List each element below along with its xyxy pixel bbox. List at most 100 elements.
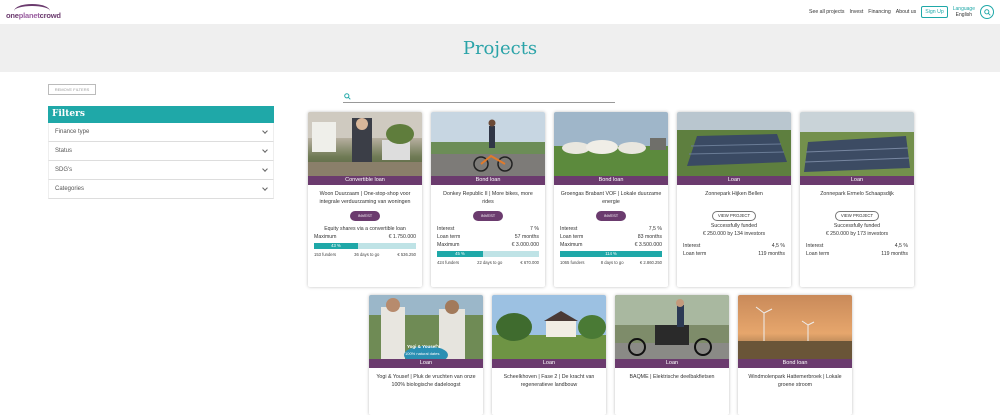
page-title: Projects (462, 37, 538, 59)
project-card[interactable]: Yogi & Yousef's 100% natural dates Loan … (369, 295, 483, 415)
sign-up-button[interactable]: Sign Up (921, 6, 948, 18)
project-image: Yogi & Yousef's 100% natural dates (369, 295, 483, 359)
funded-detail: € 250.000 by 134 investors (702, 231, 766, 237)
finance-type-badge: Bond loan (431, 176, 545, 185)
filter-status[interactable]: Status (48, 142, 274, 161)
project-card[interactable]: Convertible loan Woon Duurzaam | One-sto… (308, 112, 422, 287)
loan-term-row: Loan term 119 months (683, 251, 785, 257)
project-title[interactable]: Zonnepark Hijken Bellen (677, 185, 791, 211)
filters-panel: Filters Finance type Status SDG's Catego… (48, 106, 274, 199)
project-photo (677, 112, 791, 176)
project-photo (738, 295, 852, 359)
interest-row: Interest 4,5 % (806, 243, 908, 249)
nav-financing[interactable]: Financing (868, 9, 891, 15)
project-card[interactable]: Bond loan Donkey Republic II | More bike… (431, 112, 545, 287)
invest-button[interactable]: INVEST (473, 211, 503, 221)
funding-progress-bar: 43 % (314, 243, 416, 249)
page-banner: Projects (0, 24, 1000, 72)
finance-type-badge: Loan (677, 176, 791, 185)
project-image (800, 112, 914, 176)
funding-stats: 424 funders 22 days to go € 670.000 (437, 260, 539, 265)
funding-progress-bar: 114 % (560, 251, 662, 257)
brand-badge-line1: Yogi & Yousef's (407, 344, 441, 349)
project-photo (800, 112, 914, 176)
funding-stats: 153 funders 36 days to go € 536.250 (314, 252, 416, 257)
progress-fill: 114 % (560, 251, 662, 257)
nav-see-all-projects[interactable]: See all projects (809, 9, 844, 15)
project-title[interactable]: Zonnepark Ermelo Schaapsdijk (800, 185, 914, 211)
finance-type-badge: Loan (615, 359, 729, 368)
brand-badge-line2: 100% natural dates (405, 351, 440, 356)
project-image (738, 295, 852, 359)
finance-type-badge: Bond loan (738, 359, 852, 368)
progress-fill: 45 % (437, 251, 483, 257)
logo-text: oneplanetcrowd (6, 11, 61, 20)
project-photo (554, 112, 668, 176)
project-card[interactable]: Loan Scheelkhoven | Fase 2 | De kracht v… (492, 295, 606, 415)
project-photo (492, 295, 606, 359)
invest-button[interactable]: INVEST (350, 211, 380, 221)
main-nav: See all projects Invest Financing About … (809, 0, 994, 24)
project-description: Equity shares via a convertible loan (324, 226, 406, 232)
project-title[interactable]: Yogi & Yousef | Pluk de vruchten van onz… (369, 368, 483, 394)
view-project-button[interactable]: VIEW PROJECT (712, 211, 756, 221)
project-title[interactable]: BAQME | Elektrische deelbakfietsen (615, 368, 729, 394)
chevron-down-icon (262, 166, 268, 172)
project-card[interactable]: Bond loan Windmolenpark Hattemerbroek | … (738, 295, 852, 415)
funding-stats: 1065 funders 8 days to go € 2.860.250 (560, 260, 662, 265)
maximum-row: Maximum € 3.000.000 (437, 242, 539, 248)
loan-term-row: Loan term 83 months (560, 234, 662, 240)
maximum-row: Maximum € 3.500.000 (560, 242, 662, 248)
project-title[interactable]: Groengas Brabant VOF | Lokale duurzame e… (554, 185, 668, 211)
language-value: English (955, 12, 973, 18)
finance-type-badge: Loan (369, 359, 483, 368)
funded-status: Successfully funded (833, 223, 881, 229)
interest-row: Interest 4,5 % (683, 243, 785, 249)
filters-title: Filters (48, 106, 274, 123)
chevron-down-icon (262, 185, 268, 191)
project-title[interactable]: Donkey Republic II | More bikes, more ri… (431, 185, 545, 211)
interest-row: Interest 7,5 % (560, 226, 662, 232)
view-project-button[interactable]: VIEW PROJECT (835, 211, 879, 221)
loan-term-row: Loan term 57 months (437, 234, 539, 240)
project-image (615, 295, 729, 359)
search-icon (344, 93, 351, 100)
project-photo (369, 295, 483, 359)
finance-type-badge: Convertible loan (308, 176, 422, 185)
logo[interactable]: oneplanetcrowd (6, 2, 61, 22)
project-title[interactable]: Windmolenpark Hattemerbroek | Lokale gro… (738, 368, 852, 394)
progress-fill: 43 % (314, 243, 358, 249)
project-image (308, 112, 422, 176)
funding-progress-bar: 45 % (437, 251, 539, 257)
nav-about-us[interactable]: About us (896, 9, 916, 15)
filter-categories[interactable]: Categories (48, 180, 274, 199)
search-icon (983, 8, 991, 16)
remove-filters-button[interactable]: REMOVE FILTERS (48, 84, 96, 95)
project-image (554, 112, 668, 176)
language-selector[interactable]: Language English (953, 6, 975, 18)
project-image (677, 112, 791, 176)
project-photo (308, 112, 422, 176)
finance-type-badge: Bond loan (554, 176, 668, 185)
project-card[interactable]: Bond loan Groengas Brabant VOF | Lokale … (554, 112, 668, 287)
header-search-button[interactable] (980, 5, 994, 19)
nav-invest[interactable]: Invest (849, 9, 863, 15)
project-title[interactable]: Woon Duurzaam | One-stop-shop voor integ… (308, 185, 422, 211)
chevron-down-icon (262, 147, 268, 153)
project-image (431, 112, 545, 176)
filter-finance-type[interactable]: Finance type (48, 123, 274, 142)
filter-sdgs[interactable]: SDG's (48, 161, 274, 180)
project-card[interactable]: Loan Zonnepark Hijken Bellen VIEW PROJEC… (677, 112, 791, 287)
project-card[interactable]: Loan Zonnepark Ermelo Schaapsdijk VIEW P… (800, 112, 914, 287)
project-title[interactable]: Scheelkhoven | Fase 2 | De kracht van re… (492, 368, 606, 394)
interest-row: Interest 7 % (437, 226, 539, 232)
project-photo (431, 112, 545, 176)
finance-type-badge: Loan (492, 359, 606, 368)
funded-detail: € 250.000 by 173 investors (825, 231, 889, 237)
invest-button[interactable]: INVEST (596, 211, 626, 221)
chevron-down-icon (262, 128, 268, 134)
finance-type-badge: Loan (800, 176, 914, 185)
funded-status: Successfully funded (710, 223, 758, 229)
project-card[interactable]: Loan BAQME | Elektrische deelbakfietsen (615, 295, 729, 415)
project-search-input[interactable] (343, 90, 615, 103)
